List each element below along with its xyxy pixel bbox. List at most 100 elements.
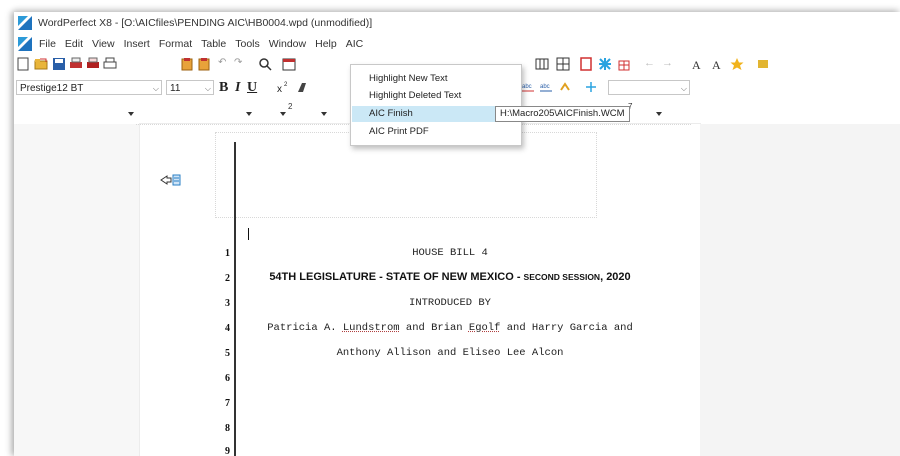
menu-help[interactable]: Help	[314, 38, 338, 50]
line-number: 4	[225, 323, 230, 334]
style-combo[interactable]: ⌵	[608, 80, 690, 95]
calendar-icon[interactable]	[282, 57, 296, 71]
undo-icon[interactable]: ↶	[218, 57, 232, 71]
ruler-tab-stop[interactable]	[280, 112, 286, 116]
session-small: SECOND SESSION	[523, 272, 601, 282]
back-arrow-icon[interactable]: ←	[644, 57, 658, 71]
menu-file[interactable]: File	[38, 38, 57, 50]
columns-icon[interactable]	[535, 57, 549, 71]
ruler-mark-2: 2	[288, 102, 293, 111]
menu-insert[interactable]: Insert	[123, 38, 151, 50]
chevron-down-icon: ⌵	[204, 84, 211, 93]
menu-view[interactable]: View	[91, 38, 116, 50]
line-number: 8	[225, 423, 230, 434]
document-area: 1 2 3 4 5 6 7 8 9 HOUSE BILL 4 54TH LEGI…	[14, 124, 900, 456]
print-pdf-icon[interactable]	[86, 57, 100, 71]
menu-aic[interactable]: AIC	[345, 38, 365, 50]
line-number: 3	[225, 298, 230, 309]
line-number: 9	[225, 446, 230, 456]
bold-button[interactable]: B	[219, 80, 228, 96]
document-page[interactable]: 1 2 3 4 5 6 7 8 9 HOUSE BILL 4 54TH LEGI…	[136, 124, 700, 456]
line-number: 5	[225, 348, 230, 359]
text-style-icon[interactable]: A	[690, 57, 704, 71]
paint-icon[interactable]	[756, 57, 770, 71]
title-bar: WordPerfect X8 - [O:\AICfiles\PENDING AI…	[14, 12, 900, 34]
svg-text:A: A	[692, 58, 701, 71]
aic-dropdown-menu: Highlight New Text Highlight Deleted Tex…	[350, 64, 522, 146]
sponsor-text: Patricia A.	[267, 322, 343, 334]
print-icon[interactable]	[69, 57, 83, 71]
book-icon[interactable]	[579, 57, 593, 71]
superscript-icon[interactable]: x2	[276, 80, 290, 94]
document-control-icon[interactable]	[18, 37, 32, 51]
ruler-margin-marker[interactable]	[656, 112, 662, 116]
session-main: 54TH LEGISLATURE - STATE OF NEW MEXICO -	[269, 271, 524, 283]
sponsors-line-2: Anthony Allison and Eliseo Lee Alcon	[336, 347, 564, 359]
save-icon[interactable]	[52, 57, 66, 71]
menu-item-highlight-new-text[interactable]: Highlight New Text	[352, 71, 520, 87]
menu-table[interactable]: Table	[200, 38, 227, 50]
text-cursor	[248, 228, 249, 240]
symbols-icon[interactable]	[584, 80, 598, 94]
menu-item-aic-print-pdf[interactable]: AIC Print PDF	[352, 124, 520, 140]
forward-arrow-icon[interactable]: →	[662, 57, 676, 71]
line-number: 1	[225, 248, 230, 259]
sponsor-text: and Harry Garcia and	[500, 322, 633, 334]
paste-icon[interactable]	[197, 57, 211, 71]
underline-button[interactable]: U	[247, 80, 257, 96]
session-year: , 2020	[600, 271, 631, 283]
chevron-down-icon: ⌵	[680, 84, 687, 93]
menu-item-highlight-deleted-text[interactable]: Highlight Deleted Text	[352, 88, 520, 104]
ruler-tab-stop[interactable]	[321, 112, 327, 116]
italic-button[interactable]: I	[235, 80, 240, 96]
svg-text:abc: abc	[540, 84, 550, 90]
open-folder-icon[interactable]	[34, 57, 48, 71]
star-icon[interactable]	[730, 57, 744, 71]
session-line: 54TH LEGISLATURE - STATE OF NEW MEXICO -…	[235, 271, 665, 283]
font-name-value: Prestige12 BT	[20, 83, 84, 94]
menu-edit[interactable]: Edit	[64, 38, 84, 50]
gift-icon[interactable]	[617, 57, 631, 71]
wordperfect-window: WordPerfect X8 - [O:\AICfiles\PENDING AI…	[14, 12, 900, 456]
highlight-icon[interactable]	[296, 80, 310, 94]
svg-text:2: 2	[284, 82, 288, 88]
spellcheck-icon[interactable]: abc	[540, 80, 554, 94]
introduced-by: INTRODUCED BY	[409, 297, 491, 309]
track-changes-icon[interactable]: abc	[522, 80, 536, 94]
chevron-down-icon: ⌵	[152, 84, 159, 93]
redo-icon[interactable]: ↷	[234, 57, 248, 71]
svg-text:A: A	[712, 58, 721, 71]
ruler-margin-marker[interactable]	[246, 112, 252, 116]
find-icon[interactable]	[258, 57, 272, 71]
line-number: 7	[225, 398, 230, 409]
wordperfect-logo-icon	[18, 16, 32, 30]
menu-bar: File Edit View Insert Format Table Tools…	[14, 36, 900, 54]
font-size-value: 11	[170, 83, 181, 94]
grammar-icon[interactable]	[560, 80, 574, 94]
text-effect-icon[interactable]: A	[710, 57, 724, 71]
font-name-combo[interactable]: Prestige12 BT ⌵	[16, 80, 162, 95]
ruler-tab-stop[interactable]	[128, 112, 134, 116]
menu-window[interactable]: Window	[268, 38, 307, 50]
cut-icon[interactable]	[180, 57, 194, 71]
snowflake-icon[interactable]	[598, 57, 612, 71]
bill-title: HOUSE BILL 4	[412, 247, 488, 259]
window-title: WordPerfect X8 - [O:\AICfiles\PENDING AI…	[38, 17, 373, 29]
right-margin-pane	[700, 124, 900, 456]
shadow-cursor-icon	[160, 174, 181, 186]
new-document-icon[interactable]	[16, 57, 30, 71]
menu-format[interactable]: Format	[158, 38, 193, 50]
sponsor-text: and Brian	[399, 322, 469, 334]
print-preview-icon[interactable]	[103, 57, 117, 71]
table-icon[interactable]	[556, 57, 570, 71]
left-margin-pane	[14, 124, 140, 456]
sponsor-lundstrom: Lundstrom	[342, 322, 400, 334]
svg-text:x: x	[277, 84, 282, 94]
svg-text:abc: abc	[522, 84, 532, 90]
menu-tools[interactable]: Tools	[234, 38, 261, 50]
sponsors-line-1: Patricia A. Lundstrom and Brian Egolf an…	[235, 322, 665, 334]
sponsor-egolf: Egolf	[468, 322, 501, 334]
line-number: 2	[225, 273, 230, 284]
font-size-combo[interactable]: 11 ⌵	[166, 80, 214, 95]
macro-path-tooltip: H:\Macro205\AICFinish.WCM	[495, 106, 630, 122]
